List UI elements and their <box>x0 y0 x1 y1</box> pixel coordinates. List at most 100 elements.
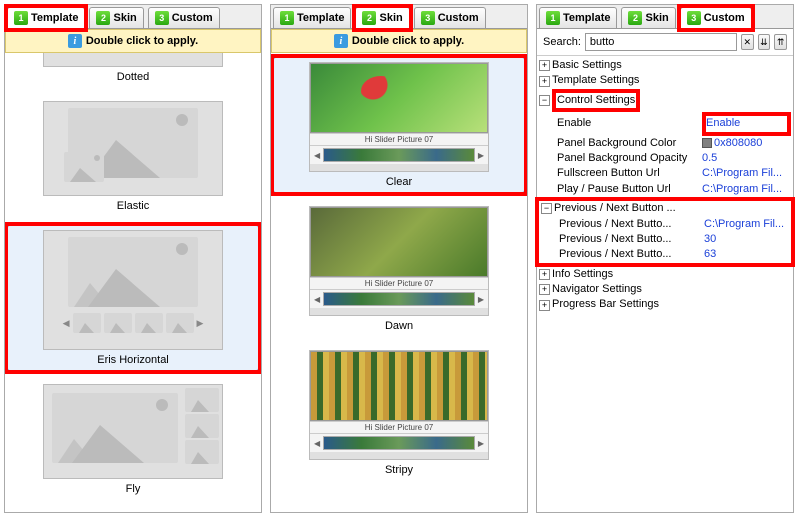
prop-value[interactable]: 0x808080 <box>702 136 791 151</box>
template-list[interactable]: Dotted Elastic ◀▶ Eris Horizontal Fly <box>5 53 261 512</box>
tab-label: Custom <box>172 12 213 24</box>
group-label: Basic Settings <box>552 58 622 73</box>
template-item-fly[interactable]: Fly <box>7 379 259 500</box>
hint-text: Double click to apply. <box>86 35 198 47</box>
tab-number-icon: 2 <box>96 11 110 25</box>
next-arrow-icon: ▶ <box>476 439 486 448</box>
skin-panel: 1Template 2Skin 3Custom iDouble click to… <box>270 4 528 513</box>
hint-text: Double click to apply. <box>352 35 464 47</box>
group-label: Progress Bar Settings <box>552 297 659 312</box>
skin-caption: Hi Slider Picture 07 <box>310 133 488 146</box>
template-thumb <box>43 384 223 479</box>
prop-value[interactable]: C:\Program Fil... <box>704 217 789 232</box>
prop-value[interactable]: 0.5 <box>702 151 791 166</box>
prop-prevnext-3[interactable]: Previous / Next Butto...63 <box>539 247 791 262</box>
tab-skin[interactable]: 2Skin <box>621 7 675 28</box>
tab-template[interactable]: 1Template <box>273 7 351 28</box>
group-navigator-settings[interactable]: +Navigator Settings <box>537 282 793 297</box>
tab-skin[interactable]: 2Skin <box>355 7 409 28</box>
tab-label: Template <box>31 12 78 24</box>
expand-icon[interactable]: + <box>539 76 550 87</box>
prev-arrow-icon: ◀ <box>312 439 322 448</box>
tab-number-icon: 3 <box>155 11 169 25</box>
template-item-elastic[interactable]: Elastic <box>7 96 259 217</box>
expand-icon[interactable]: + <box>539 269 550 280</box>
template-item-eris-horizontal[interactable]: ◀▶ Eris Horizontal <box>7 225 259 371</box>
skin-thumb: Hi Slider Picture 07 ◀ ▶ <box>309 206 489 316</box>
collapse-icon[interactable]: − <box>541 203 552 214</box>
prop-prevnext-2[interactable]: Previous / Next Butto...30 <box>539 232 791 247</box>
next-arrow-icon: ▶ <box>476 295 486 304</box>
skin-list[interactable]: Hi Slider Picture 07 ◀ ▶ Clear Hi Slider … <box>271 53 527 512</box>
sort-up-icon[interactable]: ⇈ <box>774 34 787 50</box>
prop-fullscreen-button-url[interactable]: Fullscreen Button UrlC:\Program Fil... <box>537 166 793 181</box>
prop-prevnext-1[interactable]: Previous / Next Butto...C:\Program Fil..… <box>539 217 791 232</box>
expand-icon[interactable]: + <box>539 284 550 295</box>
tab-custom[interactable]: 3Custom <box>148 7 220 28</box>
prop-value[interactable]: 63 <box>704 247 789 262</box>
template-label: Fly <box>12 483 254 495</box>
tabs-row: 1Template 2Skin 3Custom <box>5 5 261 29</box>
prev-arrow-icon: ◀ <box>312 151 322 160</box>
skin-caption: Hi Slider Picture 07 <box>310 277 488 290</box>
group-label: Previous / Next Button ... <box>554 201 676 216</box>
skin-thumb: Hi Slider Picture 07 ◀ ▶ <box>309 62 489 172</box>
tabs-row: 1Template 2Skin 3Custom <box>271 5 527 29</box>
tab-label: Custom <box>438 12 479 24</box>
color-swatch-icon <box>702 138 712 148</box>
search-row: Search: ✕ ⇊ ⇈ <box>537 29 793 55</box>
prop-key: Panel Background Color <box>557 136 702 151</box>
prop-value[interactable]: 30 <box>704 232 789 247</box>
skin-caption: Hi Slider Picture 07 <box>310 421 488 434</box>
prop-key: Panel Background Opacity <box>557 151 702 166</box>
tab-number-icon: 2 <box>628 11 642 25</box>
group-info-settings[interactable]: +Info Settings <box>537 267 793 282</box>
skin-label: Clear <box>278 176 520 188</box>
skin-item-stripy[interactable]: Hi Slider Picture 07 ◀ ▶ Stripy <box>273 345 525 481</box>
template-panel: 1Template 2Skin 3Custom iDouble click to… <box>4 4 262 513</box>
skin-label: Stripy <box>278 464 520 476</box>
tab-custom[interactable]: 3Custom <box>414 7 486 28</box>
tab-template[interactable]: 1Template <box>7 7 85 28</box>
template-label: Elastic <box>12 200 254 212</box>
expand-icon[interactable]: + <box>539 300 550 311</box>
skin-item-clear[interactable]: Hi Slider Picture 07 ◀ ▶ Clear <box>273 57 525 193</box>
tab-custom[interactable]: 3Custom <box>680 7 752 28</box>
group-progress-bar-settings[interactable]: +Progress Bar Settings <box>537 297 793 312</box>
prop-panel-bg-color[interactable]: Panel Background Color0x808080 <box>537 136 793 151</box>
prop-value[interactable]: Enable <box>702 112 791 135</box>
group-prev-next-button[interactable]: −Previous / Next Button ... <box>539 201 791 216</box>
prev-arrow-icon: ◀ <box>312 295 322 304</box>
template-label: Eris Horizontal <box>12 354 254 366</box>
next-arrow-icon: ▶ <box>476 151 486 160</box>
template-item-dotted[interactable]: Dotted <box>7 53 259 88</box>
prop-value[interactable]: C:\Program Fil... <box>702 182 791 197</box>
hint-bar: iDouble click to apply. <box>5 29 261 53</box>
template-thumb: ◀▶ <box>43 230 223 350</box>
group-basic-settings[interactable]: +Basic Settings <box>537 58 793 73</box>
search-input[interactable] <box>585 33 737 51</box>
clear-search-icon[interactable]: ✕ <box>741 34 754 50</box>
sort-down-icon[interactable]: ⇊ <box>758 34 771 50</box>
skin-label: Dawn <box>278 320 520 332</box>
tab-template[interactable]: 1Template <box>539 7 617 28</box>
prop-panel-bg-opacity[interactable]: Panel Background Opacity0.5 <box>537 151 793 166</box>
tab-label: Skin <box>379 12 402 24</box>
group-label: Template Settings <box>552 73 639 88</box>
skin-item-dawn[interactable]: Hi Slider Picture 07 ◀ ▶ Dawn <box>273 201 525 337</box>
tab-label: Template <box>563 12 610 24</box>
template-label: Dotted <box>12 71 254 83</box>
tab-skin[interactable]: 2Skin <box>89 7 143 28</box>
tab-number-icon: 1 <box>280 11 294 25</box>
group-template-settings[interactable]: +Template Settings <box>537 73 793 88</box>
tabs-row: 1Template 2Skin 3Custom <box>537 5 793 29</box>
prop-enable[interactable]: EnableEnable <box>537 112 793 135</box>
settings-tree: +Basic Settings +Template Settings −Cont… <box>537 55 793 315</box>
prop-key: Previous / Next Butto... <box>559 232 704 247</box>
expand-icon[interactable]: + <box>539 60 550 71</box>
collapse-icon[interactable]: − <box>539 95 550 106</box>
group-control-settings[interactable]: −Control Settings <box>537 89 793 112</box>
prop-key: Enable <box>557 116 702 131</box>
prop-value[interactable]: C:\Program Fil... <box>702 166 791 181</box>
prop-play-pause-button-url[interactable]: Play / Pause Button UrlC:\Program Fil... <box>537 182 793 197</box>
